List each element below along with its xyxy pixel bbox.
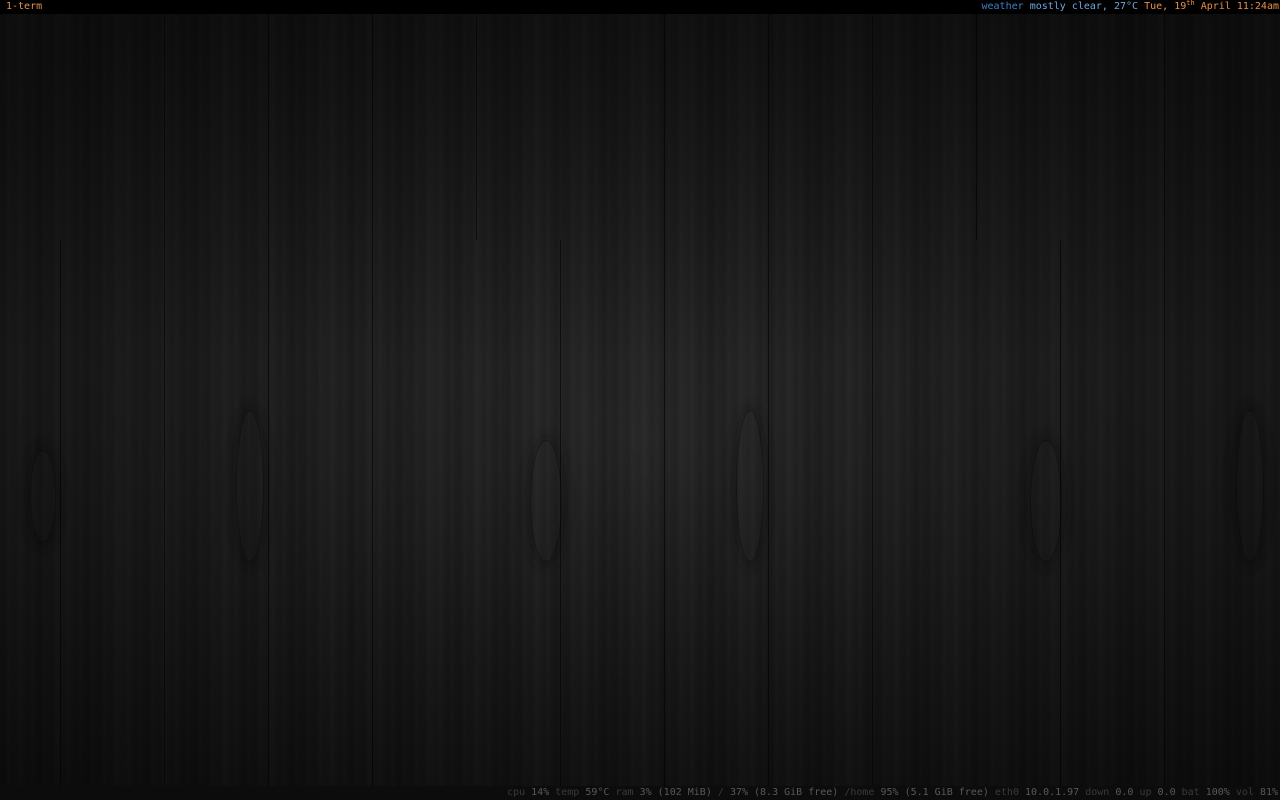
plank-seam: [768, 0, 769, 800]
battery-label: bat: [1181, 787, 1200, 798]
wood-knot: [1236, 410, 1264, 562]
desktop: 1-term weather mostly clear, 27°C Tue, 1…: [0, 0, 1280, 800]
plank-seam: [476, 0, 477, 240]
wood-knot: [236, 410, 264, 562]
root-disk-value: 37% (8.3 GiB free): [729, 787, 839, 798]
clock-month-time: April 11:24am: [1200, 1, 1279, 12]
ram-value: 3% (102 MiB): [639, 787, 712, 798]
home-disk-value: 95% (5.1 GiB free): [880, 787, 989, 798]
top-status-bar: 1-term weather mostly clear, 27°C Tue, 1…: [0, 0, 1280, 14]
cpu-label: cpu: [507, 787, 526, 798]
eth-label: eth0: [994, 787, 1019, 798]
plank-seam: [976, 0, 977, 240]
temp-label: temp: [555, 787, 580, 798]
wood-knot: [30, 450, 56, 542]
weather-label: weather: [981, 1, 1024, 12]
plank-seam: [872, 0, 873, 800]
wood-wallpaper: [0, 0, 1280, 800]
volume-label: vol: [1235, 787, 1254, 798]
clock: Tue, 19th April 11:24am: [1144, 0, 1279, 12]
eth-value: 10.0.1.97: [1025, 787, 1080, 798]
clock-day-suffix: th: [1186, 0, 1195, 7]
net-down-value: 0.0: [1115, 787, 1134, 798]
system-stats: cpu 14% temp 59°C ram 3% (102 MiB) / 37%…: [507, 786, 1278, 800]
weather-value: mostly clear, 27°C: [1029, 1, 1139, 12]
wood-knot: [1030, 440, 1062, 562]
ram-label: ram: [615, 787, 634, 798]
wood-knot: [736, 410, 764, 562]
plank-seam: [268, 0, 269, 800]
net-down-label: down: [1085, 787, 1110, 798]
plank-seam: [164, 0, 165, 800]
volume-value: 81%: [1259, 787, 1278, 798]
plank-seam: [664, 0, 665, 800]
plank-seam: [1164, 0, 1165, 800]
net-up-value: 0.0: [1157, 787, 1176, 798]
net-up-label: up: [1139, 787, 1152, 798]
wood-knot: [530, 440, 562, 562]
root-disk-label: /: [717, 787, 724, 798]
home-disk-label: /home: [844, 787, 875, 798]
battery-value: 100%: [1205, 787, 1230, 798]
cpu-value: 14%: [531, 787, 550, 798]
workspace-indicator[interactable]: 1-term: [6, 0, 42, 14]
top-right-info: weather mostly clear, 27°C Tue, 19th Apr…: [982, 0, 1280, 14]
temp-value: 59°C: [585, 787, 610, 798]
plank-seam: [60, 240, 61, 800]
clock-day: Tue, 19: [1144, 1, 1187, 12]
plank-seam: [372, 0, 373, 800]
bottom-status-bar: cpu 14% temp 59°C ram 3% (102 MiB) / 37%…: [0, 786, 1280, 800]
